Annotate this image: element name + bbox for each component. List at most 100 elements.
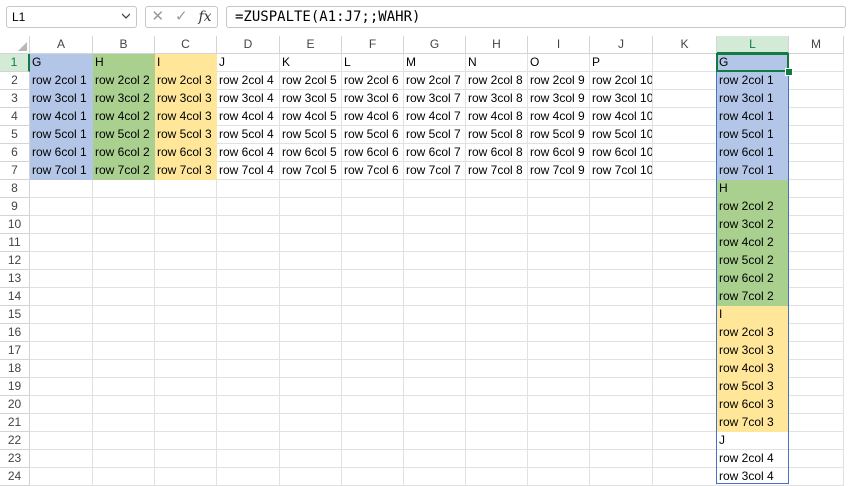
cell-f2[interactable]: row 2col 6 bbox=[342, 72, 404, 90]
cell-d8[interactable] bbox=[217, 180, 280, 198]
cell-e13[interactable] bbox=[280, 270, 342, 288]
cell-a24[interactable] bbox=[30, 468, 93, 486]
cell-b20[interactable] bbox=[93, 396, 155, 414]
column-header-j[interactable]: J bbox=[590, 36, 653, 54]
cell-c20[interactable] bbox=[155, 396, 217, 414]
cell-e3[interactable]: row 3col 5 bbox=[280, 90, 342, 108]
cell-c12[interactable] bbox=[155, 252, 217, 270]
cell-d1[interactable]: J bbox=[217, 54, 280, 72]
cell-e24[interactable] bbox=[280, 468, 342, 486]
row-header-16[interactable]: 16 bbox=[0, 324, 30, 342]
cell-h20[interactable] bbox=[466, 396, 528, 414]
cell-d7[interactable]: row 7col 4 bbox=[217, 162, 280, 180]
cell-a13[interactable] bbox=[30, 270, 93, 288]
cell-k2[interactable] bbox=[653, 72, 717, 90]
cell-i18[interactable] bbox=[528, 360, 590, 378]
cell-g7[interactable]: row 7col 7 bbox=[404, 162, 466, 180]
cell-a17[interactable] bbox=[30, 342, 93, 360]
cell-k10[interactable] bbox=[653, 216, 717, 234]
column-header-l[interactable]: L bbox=[717, 36, 789, 54]
cell-d21[interactable] bbox=[217, 414, 280, 432]
cell-l6[interactable]: row 6col 1 bbox=[717, 144, 789, 162]
cell-a21[interactable] bbox=[30, 414, 93, 432]
cell-b9[interactable] bbox=[93, 198, 155, 216]
cell-d10[interactable] bbox=[217, 216, 280, 234]
cell-l12[interactable]: row 5col 2 bbox=[717, 252, 789, 270]
cell-h1[interactable]: N bbox=[466, 54, 528, 72]
cell-f18[interactable] bbox=[342, 360, 404, 378]
cell-h17[interactable] bbox=[466, 342, 528, 360]
cell-g15[interactable] bbox=[404, 306, 466, 324]
cell-d5[interactable]: row 5col 4 bbox=[217, 126, 280, 144]
cell-l22[interactable]: J bbox=[717, 432, 789, 450]
cell-e7[interactable]: row 7col 5 bbox=[280, 162, 342, 180]
cell-g19[interactable] bbox=[404, 378, 466, 396]
cell-g6[interactable]: row 6col 7 bbox=[404, 144, 466, 162]
cell-d16[interactable] bbox=[217, 324, 280, 342]
cell-a19[interactable] bbox=[30, 378, 93, 396]
cell-f22[interactable] bbox=[342, 432, 404, 450]
cell-e20[interactable] bbox=[280, 396, 342, 414]
cell-l7[interactable]: row 7col 1 bbox=[717, 162, 789, 180]
cell-b22[interactable] bbox=[93, 432, 155, 450]
column-header-k[interactable]: K bbox=[653, 36, 717, 54]
cell-f10[interactable] bbox=[342, 216, 404, 234]
cell-b2[interactable]: row 2col 2 bbox=[93, 72, 155, 90]
cell-b10[interactable] bbox=[93, 216, 155, 234]
cell-j21[interactable] bbox=[590, 414, 653, 432]
cell-h2[interactable]: row 2col 8 bbox=[466, 72, 528, 90]
cell-j11[interactable] bbox=[590, 234, 653, 252]
cell-l19[interactable]: row 5col 3 bbox=[717, 378, 789, 396]
cell-h6[interactable]: row 6col 8 bbox=[466, 144, 528, 162]
cell-l10[interactable]: row 3col 2 bbox=[717, 216, 789, 234]
cell-l20[interactable]: row 6col 3 bbox=[717, 396, 789, 414]
column-header-h[interactable]: H bbox=[466, 36, 528, 54]
cell-h14[interactable] bbox=[466, 288, 528, 306]
cell-c6[interactable]: row 6col 3 bbox=[155, 144, 217, 162]
row-header-2[interactable]: 2 bbox=[0, 72, 30, 90]
cell-i12[interactable] bbox=[528, 252, 590, 270]
cell-b19[interactable] bbox=[93, 378, 155, 396]
cell-l5[interactable]: row 5col 1 bbox=[717, 126, 789, 144]
cell-j18[interactable] bbox=[590, 360, 653, 378]
cell-f16[interactable] bbox=[342, 324, 404, 342]
cell-b1[interactable]: H bbox=[93, 54, 155, 72]
cell-k22[interactable] bbox=[653, 432, 717, 450]
cell-d18[interactable] bbox=[217, 360, 280, 378]
cell-a5[interactable]: row 5col 1 bbox=[30, 126, 93, 144]
cell-h16[interactable] bbox=[466, 324, 528, 342]
cell-h12[interactable] bbox=[466, 252, 528, 270]
cell-e8[interactable] bbox=[280, 180, 342, 198]
cell-c13[interactable] bbox=[155, 270, 217, 288]
cell-a7[interactable]: row 7col 1 bbox=[30, 162, 93, 180]
cell-k13[interactable] bbox=[653, 270, 717, 288]
cell-h8[interactable] bbox=[466, 180, 528, 198]
cell-c23[interactable] bbox=[155, 450, 217, 468]
cell-e23[interactable] bbox=[280, 450, 342, 468]
cell-h5[interactable]: row 5col 8 bbox=[466, 126, 528, 144]
cell-e15[interactable] bbox=[280, 306, 342, 324]
cell-b24[interactable] bbox=[93, 468, 155, 486]
cell-h22[interactable] bbox=[466, 432, 528, 450]
cell-d19[interactable] bbox=[217, 378, 280, 396]
cell-m14[interactable] bbox=[789, 288, 844, 306]
cell-f23[interactable] bbox=[342, 450, 404, 468]
cell-e16[interactable] bbox=[280, 324, 342, 342]
cell-k11[interactable] bbox=[653, 234, 717, 252]
cell-f8[interactable] bbox=[342, 180, 404, 198]
cell-l18[interactable]: row 4col 3 bbox=[717, 360, 789, 378]
cell-m13[interactable] bbox=[789, 270, 844, 288]
cell-j17[interactable] bbox=[590, 342, 653, 360]
cell-h7[interactable]: row 7col 8 bbox=[466, 162, 528, 180]
cell-c18[interactable] bbox=[155, 360, 217, 378]
column-header-f[interactable]: F bbox=[342, 36, 404, 54]
cell-b7[interactable]: row 7col 2 bbox=[93, 162, 155, 180]
cell-l24[interactable]: row 3col 4 bbox=[717, 468, 789, 486]
cell-g10[interactable] bbox=[404, 216, 466, 234]
cell-e5[interactable]: row 5col 5 bbox=[280, 126, 342, 144]
cell-h13[interactable] bbox=[466, 270, 528, 288]
column-header-e[interactable]: E bbox=[280, 36, 342, 54]
cell-a3[interactable]: row 3col 1 bbox=[30, 90, 93, 108]
cell-m24[interactable] bbox=[789, 468, 844, 486]
cell-k12[interactable] bbox=[653, 252, 717, 270]
